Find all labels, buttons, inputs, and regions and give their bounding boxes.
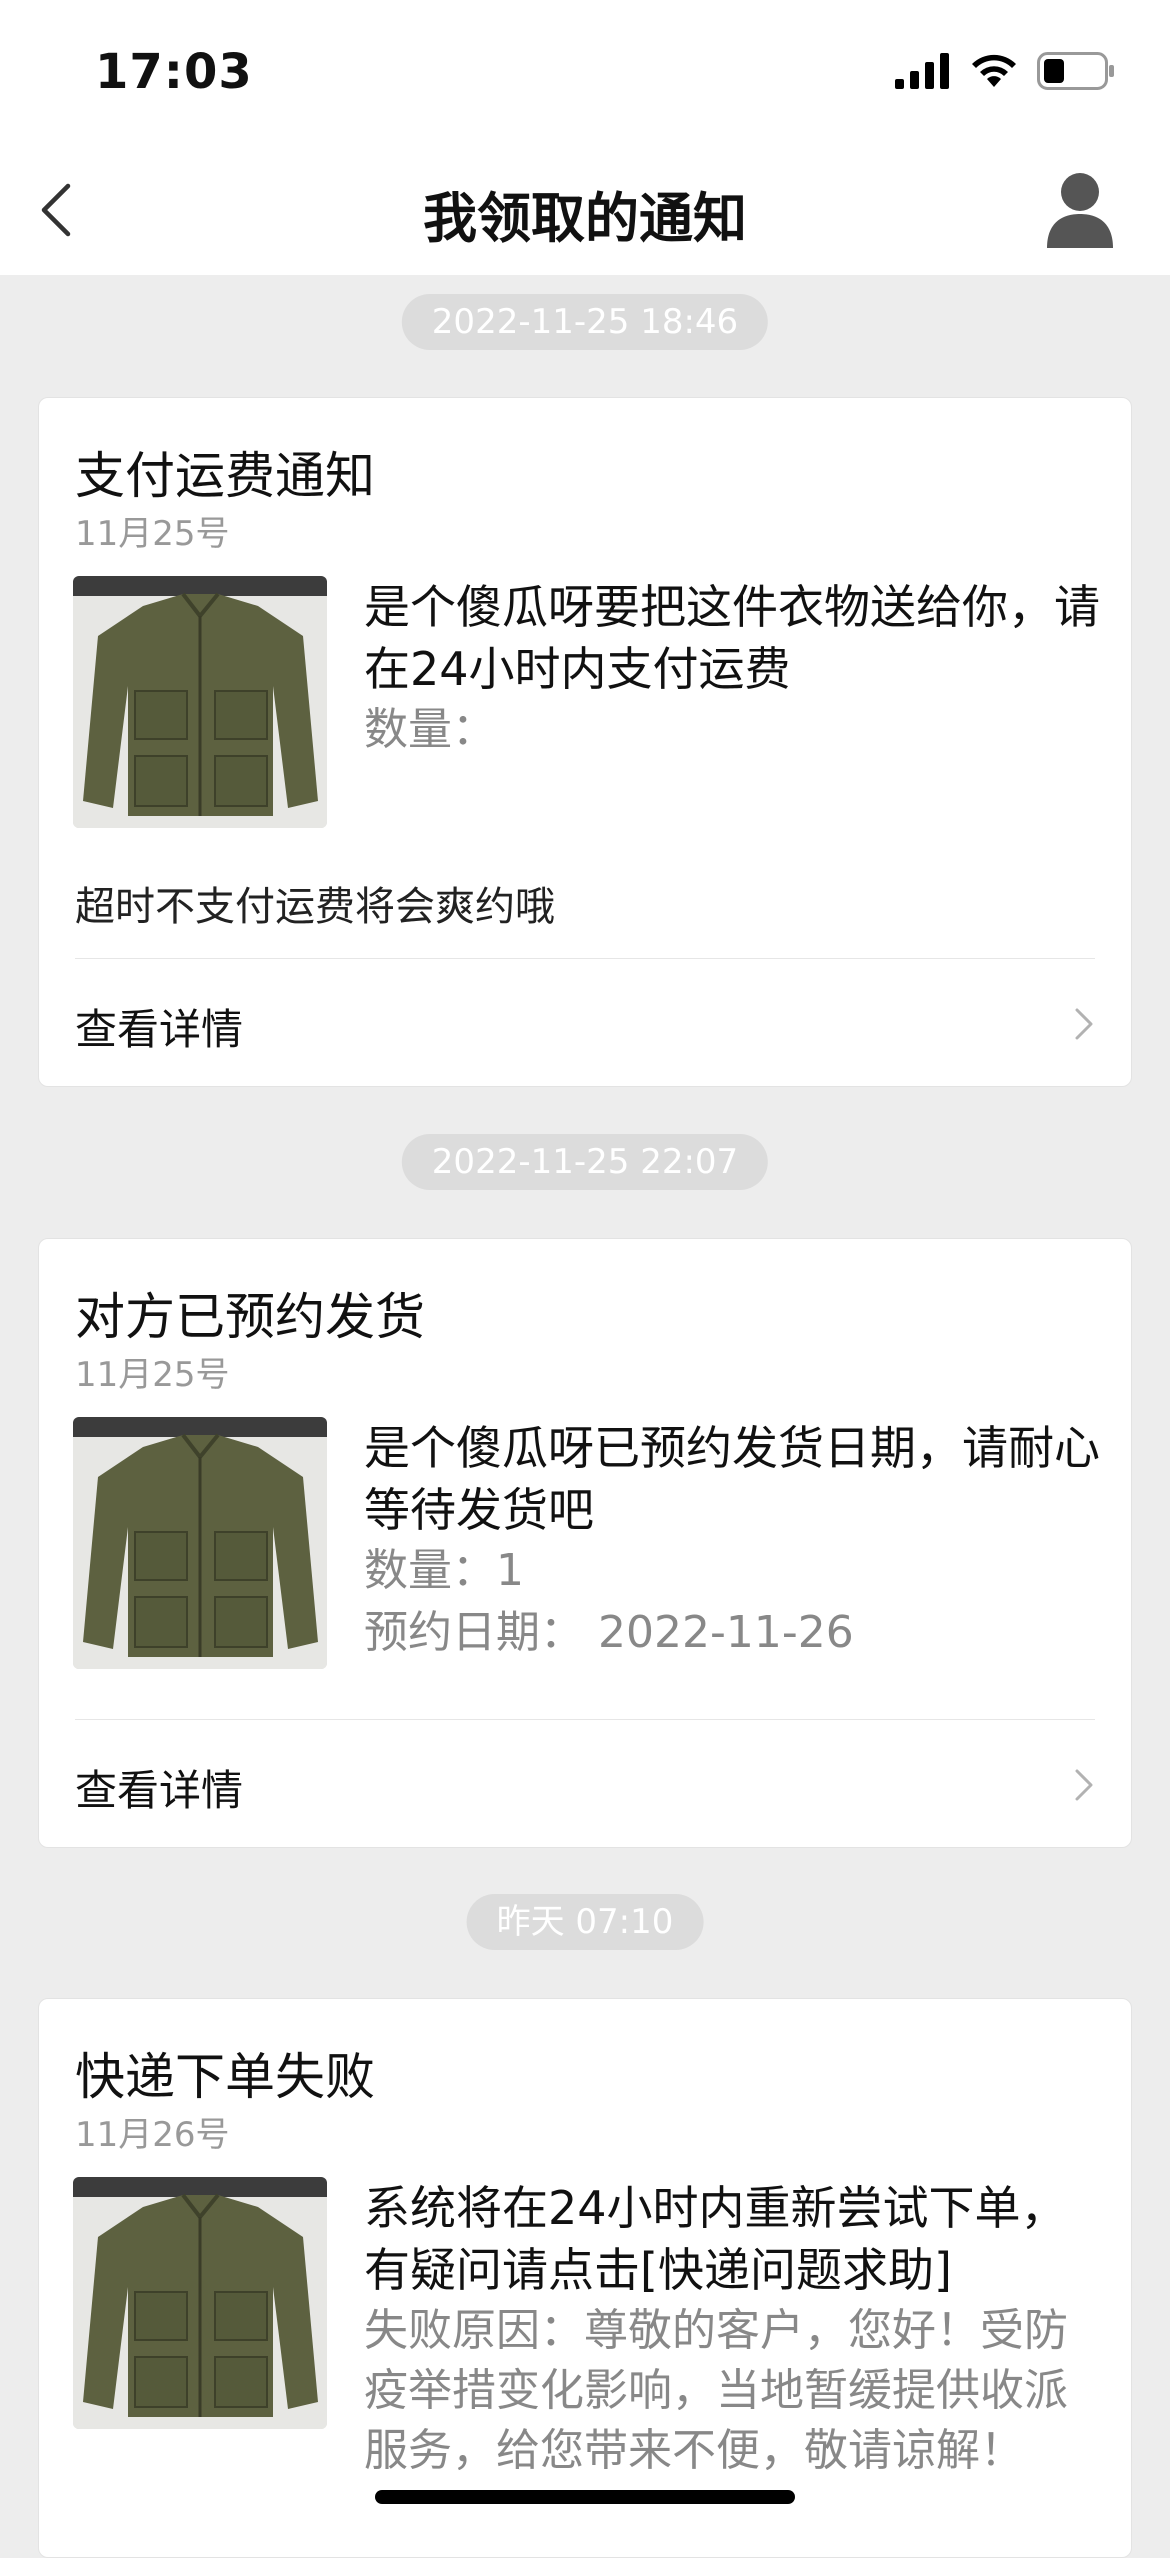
divider: [75, 958, 1095, 959]
notification-description: 系统将在24小时内重新尝试下单，有疑问请点击[快递问题求助]: [364, 2181, 1067, 2297]
wifi-icon: [972, 54, 1016, 87]
notification-title: 快递下单失败: [75, 2048, 375, 2106]
view-details-row[interactable]: 查看详情: [39, 1721, 1131, 1845]
notification-description: 是个傻瓜呀要把这件衣物送给你，请在24小时内支付运费: [364, 580, 1100, 696]
view-details-row[interactable]: 查看详情: [39, 960, 1131, 1084]
notification-card: 支付运费通知 11月25号 是个傻瓜呀要把这件衣物送给你，请在24小时内支付运费…: [38, 397, 1132, 1087]
notification-card: 对方已预约发货 11月25号 是个傻瓜呀已预约发货日期，请耐心等待发货吧 数量：…: [38, 1238, 1132, 1848]
cellular-signal-icon: [895, 53, 949, 89]
notification-date: 11月26号: [75, 2115, 230, 2155]
status-icons: [895, 52, 1115, 90]
quantity-text: 数量：: [364, 704, 496, 755]
notification-date: 11月25号: [75, 1355, 230, 1395]
appointment-date-text: 预约日期： 2022-11-26: [364, 1607, 854, 1658]
failure-reason-text: 失败原因：尊敬的客户，您好！受防疫举措变化影响，当地暂缓提供收派服务，给您带来不…: [364, 2305, 1068, 2476]
status-time: 17:03: [95, 44, 253, 100]
quantity-text: 数量：1: [364, 1545, 524, 1596]
home-indicator: [375, 2490, 795, 2504]
notification-description: 是个傻瓜呀已预约发货日期，请耐心等待发货吧: [364, 1421, 1100, 1537]
jacket-image: [73, 576, 327, 828]
timestamp-pill: 昨天 07:10: [466, 1894, 704, 1950]
profile-icon[interactable]: [1045, 170, 1115, 250]
view-details-label: 查看详情: [75, 1005, 244, 1054]
notification-card: 快递下单失败 11月26号 系统将在24小时内重新尝试下单，有疑问请点击[快递问…: [38, 1998, 1132, 2558]
chevron-right-icon: [1075, 1008, 1093, 1040]
divider: [75, 1719, 1095, 1720]
jacket-image: [73, 1417, 327, 1669]
battery-icon: [1037, 52, 1114, 90]
page-title: 我领取的通知: [423, 187, 747, 250]
chevron-right-icon: [1075, 1769, 1093, 1801]
notification-date: 11月25号: [75, 514, 230, 554]
nav-bar: 我领取的通知: [0, 150, 1170, 275]
timestamp-pill: 2022-11-25 18:46: [401, 294, 769, 350]
view-details-label: 查看详情: [75, 1766, 244, 1815]
jacket-image: [73, 2177, 327, 2429]
timestamp-pill: 2022-11-25 22:07: [401, 1134, 769, 1190]
notification-title: 支付运费通知: [75, 447, 375, 505]
status-bar: 17:03: [0, 0, 1170, 150]
notification-note: 超时不支付运费将会爽约哦: [75, 884, 555, 930]
notification-title: 对方已预约发货: [75, 1288, 425, 1346]
